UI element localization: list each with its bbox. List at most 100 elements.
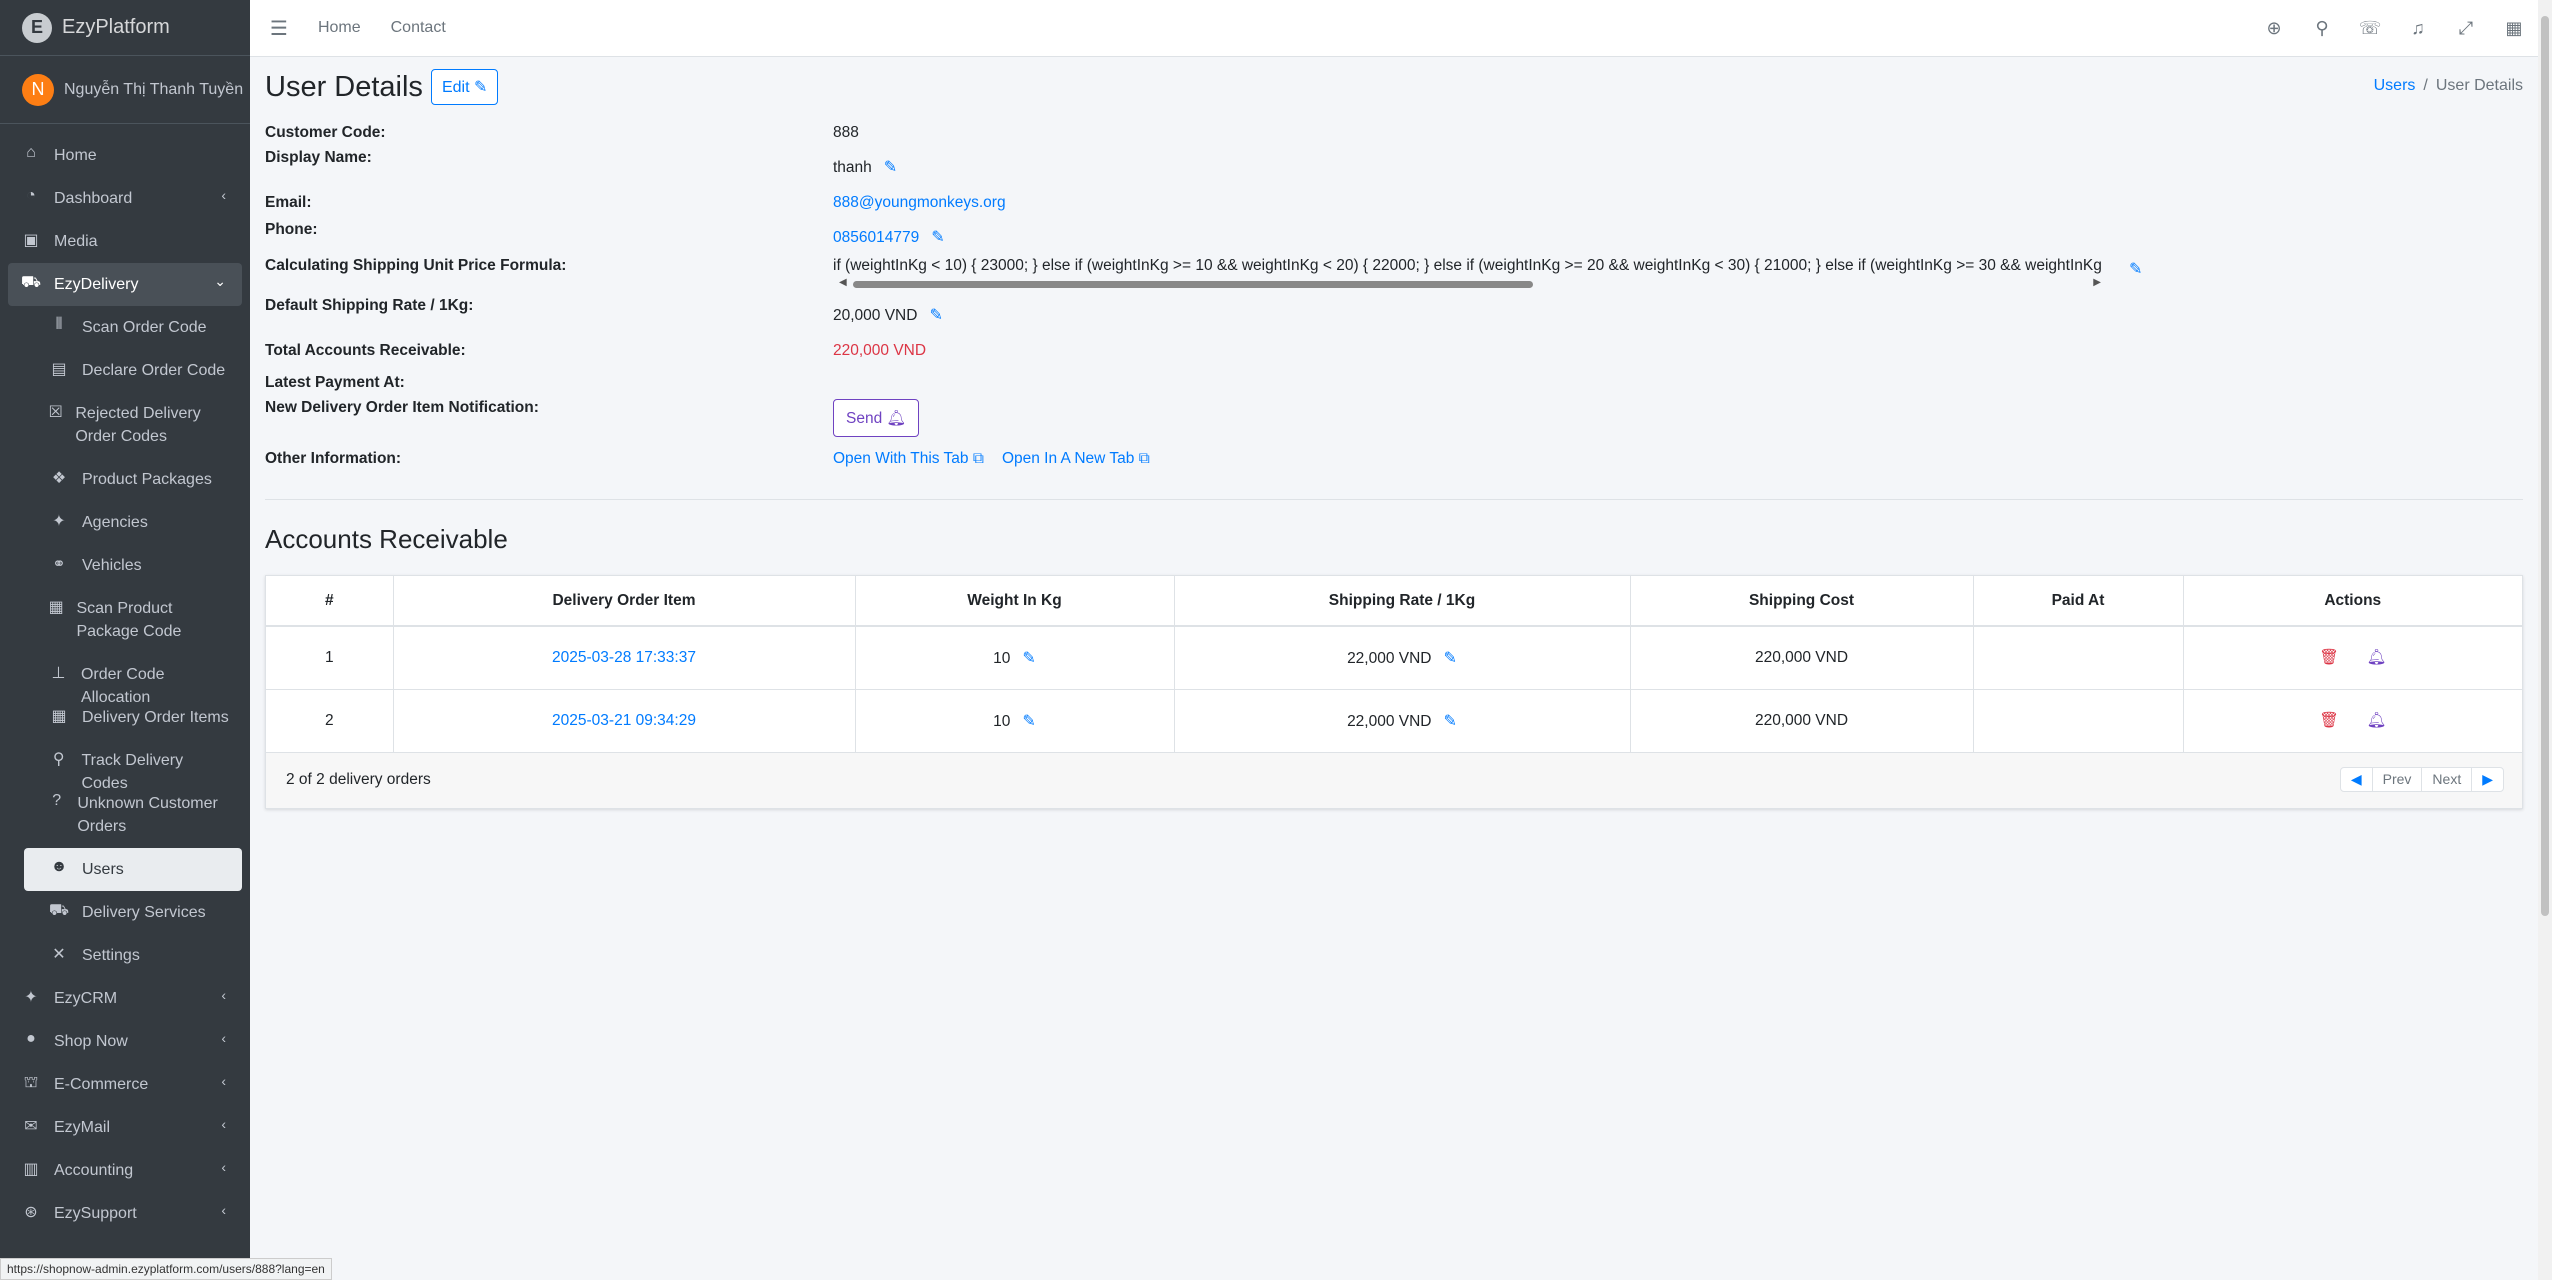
sidebar-item-rejected-delivery-order-codes[interactable]: ☒ Rejected Delivery Order Codes xyxy=(24,392,242,458)
scroll-thumb[interactable] xyxy=(853,281,1533,288)
sidebar-item-ezysupport[interactable]: ⊛ EzySupport ‹ xyxy=(8,1192,242,1235)
sidebar-item-order-code-allocation[interactable]: ⊥ Order Code Allocation xyxy=(24,653,242,706)
sidebar-item-declare-order-code[interactable]: ▤ Declare Order Code xyxy=(24,349,242,392)
row-number: 1 xyxy=(266,626,394,690)
detail-total-receivable: Total Accounts Receivable: 220,000 VND xyxy=(265,335,2523,367)
sidebar-nav: ⌂ Home ◔ Dashboard ‹ ▣ Media ⛟ EzyDelivery ⌄ ⦀… xyxy=(0,124,250,1235)
edit-default-rate-icon[interactable]: ✎ xyxy=(929,307,942,324)
bell-icon[interactable]: 🔔︎ xyxy=(2367,712,2387,729)
phone-link[interactable]: 0856014779 xyxy=(833,229,919,246)
sidebar-item-users[interactable]: ☻ Users xyxy=(24,848,242,891)
weight-value: 10 xyxy=(993,712,1011,730)
sidebar-item-track-delivery-codes[interactable]: ⚲ Track Delivery Codes xyxy=(24,739,242,792)
trash-icon[interactable]: 🗑︎ xyxy=(2319,649,2339,666)
trash-icon[interactable]: 🗑︎ xyxy=(2319,712,2339,729)
chevron-left-icon: ‹ xyxy=(221,1073,226,1089)
globe-icon[interactable]: ⊕ xyxy=(2250,18,2298,39)
column-header: Paid At xyxy=(1973,576,2184,627)
page-header: User Details Edit ✎ Users / User Details xyxy=(265,57,2523,117)
ezydelivery-submenu: ⦀ Scan Order Code ▤ Declare Order Code ☒ Re… xyxy=(8,306,242,977)
search-icon[interactable]: ⚲ xyxy=(2298,18,2346,39)
breadcrumb: Users / User Details xyxy=(2374,77,2523,95)
sidebar-item-settings[interactable]: ✕ Settings xyxy=(24,934,242,977)
top-link-contact[interactable]: Contact xyxy=(391,19,446,37)
delivery-order-item-link[interactable]: 2025-03-21 09:34:29 xyxy=(552,712,696,729)
email-link[interactable]: 888@youngmonkeys.org xyxy=(833,194,1006,212)
chevron-left-icon: ‹ xyxy=(221,1159,226,1175)
edit-weight-icon[interactable]: ✎ xyxy=(1022,713,1035,730)
lifebuoy-icon: ⊛ xyxy=(24,1204,38,1221)
qrcode-icon: ▦ xyxy=(48,599,64,616)
sidebar-item-dashboard[interactable]: ◔ Dashboard ‹ xyxy=(8,177,242,220)
bell-icon[interactable]: ♫ xyxy=(2394,18,2442,39)
table-row: 1 2025-03-28 17:33:37 10 ✎ 22,000 VND ✎ 22… xyxy=(266,626,2522,690)
detail-label: Latest Payment At: xyxy=(265,374,405,391)
first-page-icon[interactable]: ◀ xyxy=(2341,767,2373,791)
edit-rate-icon[interactable]: ✎ xyxy=(1444,650,1457,667)
boxes-icon: ❖ xyxy=(51,470,67,487)
sidebar-item-delivery-services[interactable]: ⛟ Delivery Services xyxy=(24,891,242,934)
paid-at-value xyxy=(1973,689,2184,753)
breadcrumb-users[interactable]: Users xyxy=(2374,77,2416,94)
formula-scrollbar[interactable]: ◀ ▶ xyxy=(833,277,2105,289)
edit-weight-icon[interactable]: ✎ xyxy=(1022,650,1035,667)
open-this-tab-link[interactable]: Open With This Tab ⧉ xyxy=(833,450,984,468)
tools-icon: ✕ xyxy=(52,946,66,963)
detail-formula: Calculating Shipping Unit Price Formula:… xyxy=(265,257,2523,297)
sidebar-item-delivery-order-items[interactable]: ▦ Delivery Order Items xyxy=(24,696,242,739)
edit-rate-icon[interactable]: ✎ xyxy=(1444,713,1457,730)
scroll-right-icon[interactable]: ▶ xyxy=(2093,277,2101,288)
chevron-left-icon: ‹ xyxy=(221,1202,226,1218)
top-link-home[interactable]: Home xyxy=(318,19,361,37)
open-new-tab-link[interactable]: Open In A New Tab ⧉ xyxy=(1002,450,1150,468)
comments-icon[interactable]: ☏ xyxy=(2346,18,2394,39)
send-notification-button[interactable]: Send 🔔︎ xyxy=(833,399,920,437)
pagination: ◀ Prev Next ▶ xyxy=(2339,766,2504,792)
edit-phone-icon[interactable]: ✎ xyxy=(931,229,944,246)
sidebar-item-home[interactable]: ⌂ Home xyxy=(8,134,242,177)
delivery-order-item-link[interactable]: 2025-03-28 17:33:37 xyxy=(552,649,696,666)
brand-name: EzyPlatform xyxy=(62,16,170,38)
detail-customer-code: Customer Code: 888 xyxy=(265,117,2523,149)
scroll-left-icon[interactable]: ◀ xyxy=(839,277,847,288)
truck-icon: ⛟ xyxy=(48,902,70,919)
home-icon: ⌂ xyxy=(26,144,36,161)
sidebar-item-scan-product-package-code[interactable]: ▦ Scan Product Package Code xyxy=(24,587,242,653)
last-page-icon[interactable]: ▶ xyxy=(2472,768,2503,791)
detail-label: Default Shipping Rate / 1Kg: xyxy=(265,297,474,314)
sidebar-item-media[interactable]: ▣ Media xyxy=(8,220,242,263)
brand[interactable]: E EzyPlatform xyxy=(0,0,250,56)
sidebar-item-unknown-customer-orders[interactable]: ? Unknown Customer Orders xyxy=(24,782,242,848)
edit-button[interactable]: Edit ✎ xyxy=(430,69,499,105)
prev-button[interactable]: Prev xyxy=(2373,767,2423,791)
edit-display-name-icon[interactable]: ✎ xyxy=(884,159,897,176)
fullscreen-icon[interactable]: ⤢ xyxy=(2442,18,2490,39)
weight-value: 10 xyxy=(993,649,1011,667)
bell-icon[interactable]: 🔔︎ xyxy=(2367,649,2387,666)
next-button[interactable]: Next xyxy=(2422,767,2473,791)
edit-formula-icon[interactable]: ✎ xyxy=(2129,259,2142,297)
page-scroll-thumb[interactable] xyxy=(2541,16,2549,916)
column-header: Shipping Rate / 1Kg xyxy=(1174,576,1631,627)
hamburger-icon[interactable]: ☰ xyxy=(270,16,288,41)
sidebar-item-ezydelivery[interactable]: ⛟ EzyDelivery ⌄ xyxy=(8,263,242,306)
sidebar-item-ezymail[interactable]: ✉ EzyMail ‹ xyxy=(8,1106,242,1149)
edit-icon: ✎ xyxy=(473,79,488,96)
apps-grid-icon[interactable]: ▦ xyxy=(2490,18,2538,39)
chevron-down-icon: ⌄ xyxy=(214,273,226,289)
sidebar-item-scan-order-code[interactable]: ⦀ Scan Order Code xyxy=(24,306,242,349)
sidebar-item-agencies[interactable]: ✦ Agencies xyxy=(24,501,242,544)
chevron-left-icon: ‹ xyxy=(221,187,226,203)
x-box-icon: ☒ xyxy=(48,404,63,421)
column-header: # xyxy=(266,576,394,627)
basket-icon: ⛫ xyxy=(23,1074,39,1091)
status-url: https://shopnow-admin.ezyplatform.com/us… xyxy=(0,1258,332,1280)
sidebar-item-accounting[interactable]: ▥ Accounting ‹ xyxy=(8,1149,242,1192)
sidebar-item-product-packages[interactable]: ❖ Product Packages xyxy=(24,458,242,501)
sidebar-item-ezycrm[interactable]: ✦ EzyCRM ‹ xyxy=(8,977,242,1020)
sidebar-item-shop-now[interactable]: ● Shop Now ‹ xyxy=(8,1020,242,1063)
user-panel[interactable]: N Nguyễn Thị Thanh Tuyền xyxy=(0,56,250,124)
sidebar-item-vehicles[interactable]: ⚭ Vehicles xyxy=(24,544,242,587)
sidebar-item-e-commerce[interactable]: ⛫ E-Commerce ‹ xyxy=(8,1063,242,1106)
page-scrollbar[interactable] xyxy=(2538,0,2552,1280)
